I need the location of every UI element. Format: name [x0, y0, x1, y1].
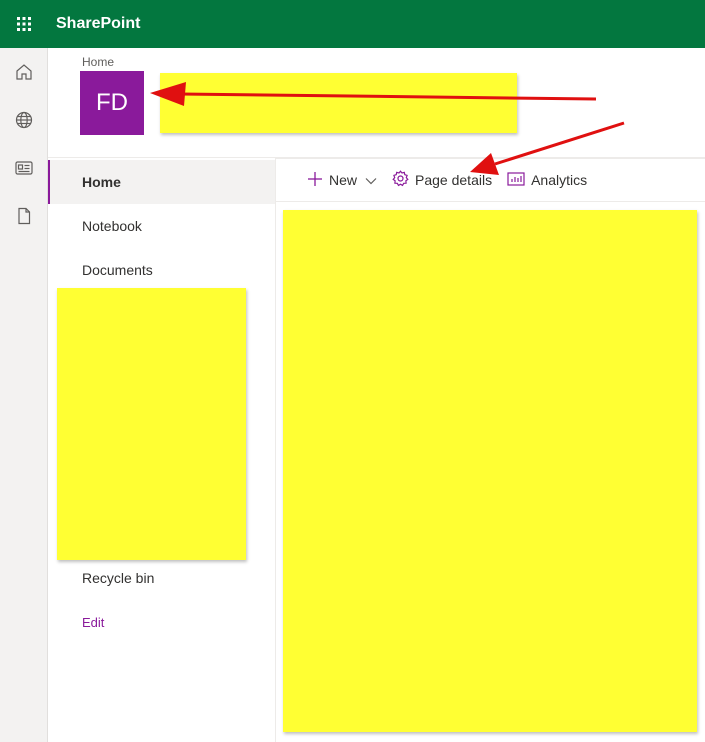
app-bar — [0, 48, 48, 742]
nav-edit-link[interactable]: Edit — [48, 600, 275, 644]
news-button[interactable] — [0, 146, 47, 194]
suite-bar: SharePoint — [0, 0, 705, 48]
analytics-label: Analytics — [531, 172, 588, 188]
globe-icon — [15, 111, 33, 134]
nav-item-label: Recycle bin — [82, 570, 155, 586]
redacted-nav-items — [57, 288, 246, 560]
breadcrumb[interactable]: Home — [82, 55, 114, 69]
nav-item-documents[interactable]: Documents — [48, 248, 275, 292]
waffle-icon — [16, 16, 32, 32]
redacted-page-content — [283, 210, 697, 732]
brand-link[interactable]: SharePoint — [56, 15, 140, 33]
new-label: New — [329, 172, 358, 188]
document-icon — [16, 207, 32, 230]
nav-item-home[interactable]: Home — [48, 160, 275, 204]
page-details-button[interactable]: Page details — [392, 158, 492, 202]
site-initials: FD — [96, 89, 128, 116]
redacted-site-title — [160, 73, 517, 133]
nav-item-label: Home — [82, 174, 121, 190]
plus-icon — [307, 171, 323, 190]
chevron-down-icon — [365, 172, 377, 188]
nav-item-recycle-bin[interactable]: Recycle bin — [48, 556, 275, 600]
command-bar: New Page details Analytics — [276, 158, 705, 202]
page-details-label: Page details — [415, 172, 493, 188]
nav-item-notebook[interactable]: Notebook — [48, 204, 275, 248]
new-button[interactable]: New — [307, 158, 377, 202]
nav-edit-label: Edit — [82, 614, 105, 630]
site-logo[interactable]: FD — [80, 71, 144, 135]
home-button[interactable] — [0, 50, 47, 98]
home-icon — [15, 63, 33, 86]
nav-item-label: Notebook — [82, 218, 142, 234]
files-button[interactable] — [0, 194, 47, 242]
analytics-button[interactable]: Analytics — [507, 158, 587, 202]
gear-icon — [392, 170, 409, 190]
app-launcher-button[interactable] — [0, 0, 48, 48]
analytics-icon — [507, 171, 525, 189]
nav-item-label: Documents — [82, 262, 153, 278]
sites-button[interactable] — [0, 98, 47, 146]
news-icon — [14, 160, 33, 181]
